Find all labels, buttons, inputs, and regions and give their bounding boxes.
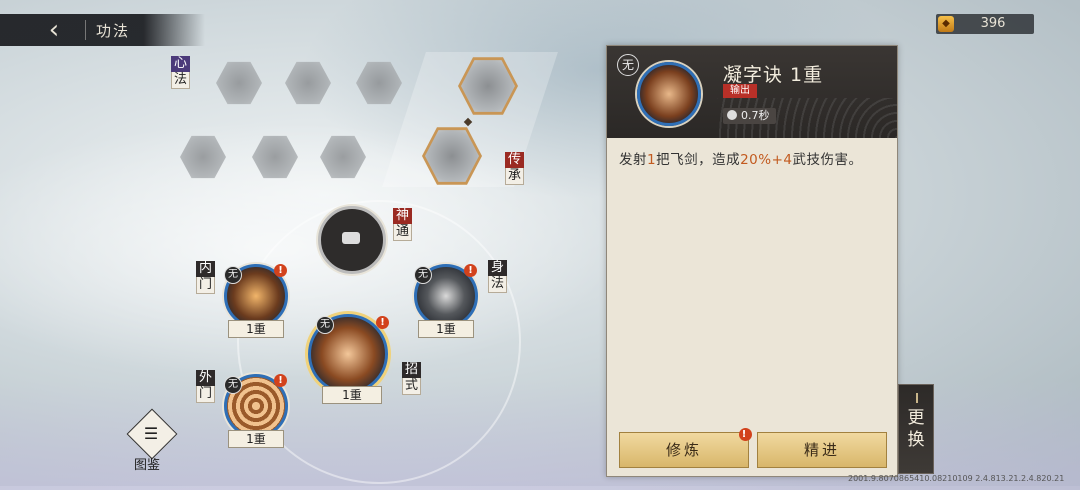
- codex-button[interactable]: ☰ 图鉴: [126, 408, 178, 473]
- category-label-chuancheng: 传 承: [505, 152, 524, 185]
- currency-display: ◆ 396: [936, 14, 1034, 34]
- refine-button[interactable]: 精进: [757, 432, 887, 468]
- back-arrow-icon[interactable]: ‹: [40, 17, 68, 43]
- element-badge: 无: [617, 54, 639, 76]
- cooldown: 0.7秒: [723, 108, 776, 124]
- version-string: 2001.9.8070865410.08210109 2.4.813.21.2.…: [848, 474, 1065, 483]
- lock-icon: [342, 232, 360, 244]
- skill-description: 发射1把飞剑，造成20%+4武技伤害。: [619, 152, 863, 168]
- category-label-zhaoshi: 招 式: [402, 362, 421, 395]
- category-label-shenfa: 身 法: [488, 260, 507, 293]
- book-icon: ☰: [143, 424, 159, 443]
- divider: [85, 20, 86, 40]
- alert-icon: !: [376, 316, 389, 329]
- swap-button[interactable]: 更 换: [898, 384, 934, 474]
- locked-slot-hex[interactable]: [216, 61, 262, 105]
- element-badge: 无: [316, 316, 334, 334]
- page-title: 功法: [96, 22, 131, 40]
- category-label-shentong: 神 通: [393, 208, 412, 241]
- category-label-neimen: 内 门: [196, 261, 215, 294]
- currency-amount: 396: [980, 16, 1006, 31]
- skill-level: 1重: [228, 320, 284, 338]
- element-badge: 无: [414, 266, 432, 284]
- cultivate-button[interactable]: 修炼 !: [619, 428, 752, 468]
- skill-level: 1重: [418, 320, 474, 338]
- skill-slot-shentong[interactable]: [318, 206, 386, 274]
- alert-icon: !: [464, 264, 477, 277]
- alert-icon: !: [274, 264, 287, 277]
- skill-level: 1重: [228, 430, 284, 448]
- skill-name: 凝字诀 1重: [723, 64, 824, 86]
- cooldown-value: 0.7秒: [741, 109, 770, 122]
- element-badge: 无: [224, 266, 242, 284]
- skill-level: 1重: [322, 386, 382, 404]
- element-badge: 无: [224, 376, 242, 394]
- skill-type-tag: 输出: [723, 84, 757, 98]
- alert-icon: !: [274, 374, 287, 387]
- skill-detail-panel: 无 凝字诀 1重 输出 0.7秒 发射1把飞剑，造成20%+4武技伤害。 修炼 …: [606, 45, 898, 477]
- coin-icon: ◆: [938, 16, 954, 32]
- category-label-xinfa: 心 法: [171, 56, 190, 89]
- category-label-waimen: 外 门: [196, 370, 215, 403]
- top-bar: ‹ 功法: [0, 14, 205, 46]
- skill-icon-flying-sword: [637, 62, 701, 126]
- clock-icon: [727, 110, 737, 120]
- detail-header: 无 凝字诀 1重 输出 0.7秒: [607, 46, 897, 138]
- codex-label: 图鉴: [134, 458, 161, 473]
- alert-icon: !: [739, 428, 752, 441]
